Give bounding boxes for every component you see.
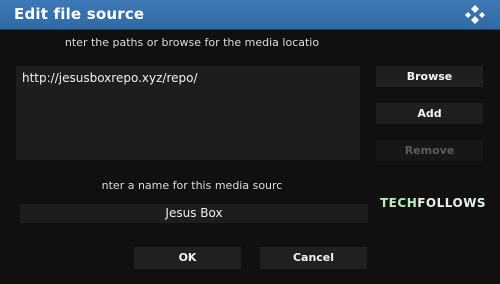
add-button[interactable]: Add bbox=[376, 103, 483, 124]
path-list-item[interactable]: http://jesusboxrepo.xyz/repo/ bbox=[22, 71, 198, 85]
cancel-button[interactable]: Cancel bbox=[260, 247, 367, 269]
name-prompt: nter a name for this media sourc bbox=[101, 179, 283, 192]
title-bar: Edit file source bbox=[0, 0, 500, 30]
browse-button[interactable]: Browse bbox=[376, 66, 483, 87]
kodi-logo-icon bbox=[465, 5, 485, 24]
watermark-prefix: TECH bbox=[380, 196, 418, 210]
ok-button[interactable]: OK bbox=[134, 247, 241, 269]
paths-prompt: nter the paths or browse for the media l… bbox=[64, 36, 320, 49]
watermark-suffix: FOLLOWS bbox=[417, 196, 487, 210]
techfollows-watermark: TECHFOLLOWS bbox=[380, 196, 486, 210]
edit-file-source-dialog: Edit file source nter the paths or brows… bbox=[0, 0, 500, 284]
remove-button[interactable]: Remove bbox=[376, 140, 483, 161]
paths-list[interactable]: http://jesusboxrepo.xyz/repo/ bbox=[16, 66, 360, 160]
source-name-field[interactable]: Jesus Box bbox=[20, 204, 368, 223]
dialog-title: Edit file source bbox=[14, 5, 145, 23]
